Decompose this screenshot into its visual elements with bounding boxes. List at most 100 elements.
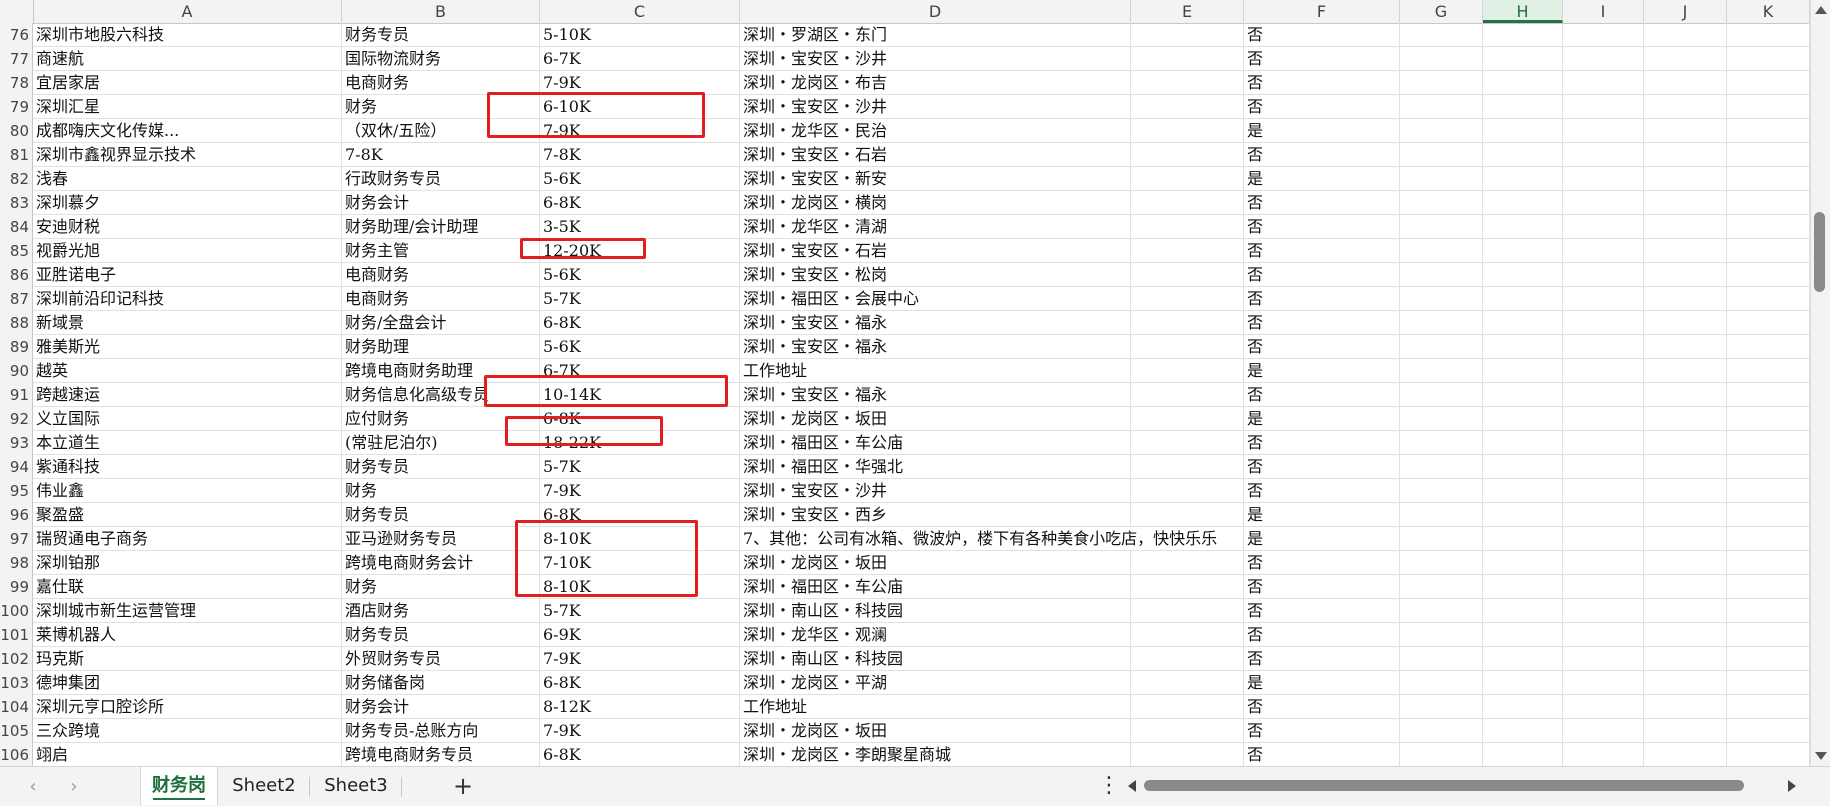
cell-g[interactable] bbox=[1400, 47, 1483, 71]
cell-g[interactable] bbox=[1400, 695, 1483, 719]
sheet-tab-sheet2[interactable]: Sheet2 bbox=[224, 767, 304, 805]
cell-a[interactable]: 雅美斯光 bbox=[33, 335, 342, 359]
cell-g[interactable] bbox=[1400, 407, 1483, 431]
cell-b[interactable]: 财务主管 bbox=[342, 239, 540, 263]
cell-i[interactable] bbox=[1563, 95, 1644, 119]
cell-k[interactable] bbox=[1727, 287, 1810, 311]
vertical-scroll-thumb[interactable] bbox=[1814, 212, 1825, 292]
cell-c[interactable]: 6-9K bbox=[540, 623, 740, 647]
cell-h[interactable] bbox=[1483, 551, 1563, 575]
cell-k[interactable] bbox=[1727, 383, 1810, 407]
cell-f[interactable]: 否 bbox=[1244, 431, 1400, 455]
cell-c[interactable]: 5-6K bbox=[540, 167, 740, 191]
row-header[interactable]: 104 bbox=[0, 695, 33, 719]
cell-b[interactable]: 国际物流财务 bbox=[342, 47, 540, 71]
cell-g[interactable] bbox=[1400, 551, 1483, 575]
cell-d[interactable]: 深圳・龙岗区・平湖 bbox=[740, 671, 1131, 695]
cell-h[interactable] bbox=[1483, 119, 1563, 143]
cell-d[interactable]: 深圳・宝安区・石岩 bbox=[740, 239, 1131, 263]
cell-b[interactable]: 财务储备岗 bbox=[342, 671, 540, 695]
cell-i[interactable] bbox=[1563, 47, 1644, 71]
cell-e[interactable] bbox=[1131, 143, 1244, 167]
spreadsheet-grid[interactable]: ABCDEFGHIJK 76 深圳市地股六科技 财务专员 5-10K 深圳・罗湖区・东门… bbox=[0, 0, 1810, 766]
cell-c[interactable]: 5-7K bbox=[540, 287, 740, 311]
cell-e[interactable] bbox=[1131, 407, 1244, 431]
cell-a[interactable]: 深圳市鑫视界显示技术 bbox=[33, 143, 342, 167]
cell-c[interactable]: 5-6K bbox=[540, 263, 740, 287]
cell-f[interactable]: 否 bbox=[1244, 263, 1400, 287]
cell-d[interactable]: 深圳・宝安区・松岗 bbox=[740, 263, 1131, 287]
cell-b[interactable]: 电商财务 bbox=[342, 287, 540, 311]
cell-f[interactable]: 是 bbox=[1244, 407, 1400, 431]
cell-a[interactable]: 深圳慕夕 bbox=[33, 191, 342, 215]
cell-a[interactable]: 宜居家居 bbox=[33, 71, 342, 95]
cell-e[interactable] bbox=[1131, 335, 1244, 359]
cell-i[interactable] bbox=[1563, 431, 1644, 455]
cell-h[interactable] bbox=[1483, 239, 1563, 263]
cell-h[interactable] bbox=[1483, 143, 1563, 167]
cell-k[interactable] bbox=[1727, 551, 1810, 575]
cell-d[interactable]: 深圳・宝安区・沙井 bbox=[740, 47, 1131, 71]
cell-i[interactable] bbox=[1563, 335, 1644, 359]
cell-e[interactable] bbox=[1131, 23, 1244, 47]
row-header[interactable]: 97 bbox=[0, 527, 33, 551]
cell-k[interactable] bbox=[1727, 623, 1810, 647]
cell-e[interactable] bbox=[1131, 503, 1244, 527]
cell-d[interactable]: 深圳・宝安区・福永 bbox=[740, 311, 1131, 335]
cell-e[interactable] bbox=[1131, 623, 1244, 647]
cell-b[interactable]: 7-8K bbox=[342, 143, 540, 167]
cell-a[interactable]: 伟业鑫 bbox=[33, 479, 342, 503]
cell-i[interactable] bbox=[1563, 695, 1644, 719]
row-header[interactable]: 76 bbox=[0, 23, 33, 47]
cell-a[interactable]: 翊启 bbox=[33, 743, 342, 766]
cell-i[interactable] bbox=[1563, 311, 1644, 335]
cell-e[interactable] bbox=[1131, 431, 1244, 455]
plus-icon[interactable]: + bbox=[450, 773, 476, 799]
cell-h[interactable] bbox=[1483, 623, 1563, 647]
row-header[interactable]: 86 bbox=[0, 263, 33, 287]
cell-c[interactable]: 6-8K bbox=[540, 311, 740, 335]
cell-c[interactable]: 5-7K bbox=[540, 599, 740, 623]
cell-k[interactable] bbox=[1727, 263, 1810, 287]
cell-a[interactable]: 三众跨境 bbox=[33, 719, 342, 743]
cell-d[interactable]: 深圳・福田区・车公庙 bbox=[740, 431, 1131, 455]
cell-h[interactable] bbox=[1483, 719, 1563, 743]
cell-f[interactable]: 否 bbox=[1244, 215, 1400, 239]
column-header-c[interactable]: C bbox=[540, 0, 740, 23]
cell-d[interactable]: 深圳・宝安区・福永 bbox=[740, 335, 1131, 359]
cell-f[interactable]: 否 bbox=[1244, 551, 1400, 575]
cell-a[interactable]: 聚盈盛 bbox=[33, 503, 342, 527]
scroll-up-icon[interactable] bbox=[1815, 6, 1827, 14]
cell-c[interactable]: 8-12K bbox=[540, 695, 740, 719]
row-header[interactable]: 85 bbox=[0, 239, 33, 263]
cell-e[interactable] bbox=[1131, 167, 1244, 191]
row-header[interactable]: 80 bbox=[0, 119, 33, 143]
row-header[interactable]: 96 bbox=[0, 503, 33, 527]
cell-j[interactable] bbox=[1644, 503, 1727, 527]
cell-f[interactable]: 否 bbox=[1244, 311, 1400, 335]
more-vertical-icon[interactable]: ⋮ bbox=[1098, 775, 1120, 799]
cell-c[interactable]: 5-6K bbox=[540, 335, 740, 359]
cell-d[interactable]: 工作地址 bbox=[740, 695, 1131, 719]
sheet-tab-sheet3[interactable]: Sheet3 bbox=[316, 767, 396, 805]
cell-g[interactable] bbox=[1400, 455, 1483, 479]
row-header[interactable]: 106 bbox=[0, 743, 33, 766]
cell-f[interactable]: 否 bbox=[1244, 287, 1400, 311]
cell-k[interactable] bbox=[1727, 239, 1810, 263]
cell-g[interactable] bbox=[1400, 743, 1483, 766]
cell-a[interactable]: 深圳前沿印记科技 bbox=[33, 287, 342, 311]
cell-d[interactable]: 工作地址 bbox=[740, 359, 1131, 383]
cell-b[interactable]: 财务助理/会计助理 bbox=[342, 215, 540, 239]
cell-h[interactable] bbox=[1483, 671, 1563, 695]
cell-h[interactable] bbox=[1483, 431, 1563, 455]
cell-g[interactable] bbox=[1400, 71, 1483, 95]
cell-c[interactable]: 6-8K bbox=[540, 191, 740, 215]
cell-i[interactable] bbox=[1563, 263, 1644, 287]
cell-b[interactable]: 外贸财务专员 bbox=[342, 647, 540, 671]
cell-h[interactable] bbox=[1483, 23, 1563, 47]
cell-j[interactable] bbox=[1644, 551, 1727, 575]
cell-b[interactable]: 行政财务专员 bbox=[342, 167, 540, 191]
row-header[interactable]: 89 bbox=[0, 335, 33, 359]
cell-e[interactable] bbox=[1131, 455, 1244, 479]
cell-b[interactable]: 财务专员 bbox=[342, 23, 540, 47]
